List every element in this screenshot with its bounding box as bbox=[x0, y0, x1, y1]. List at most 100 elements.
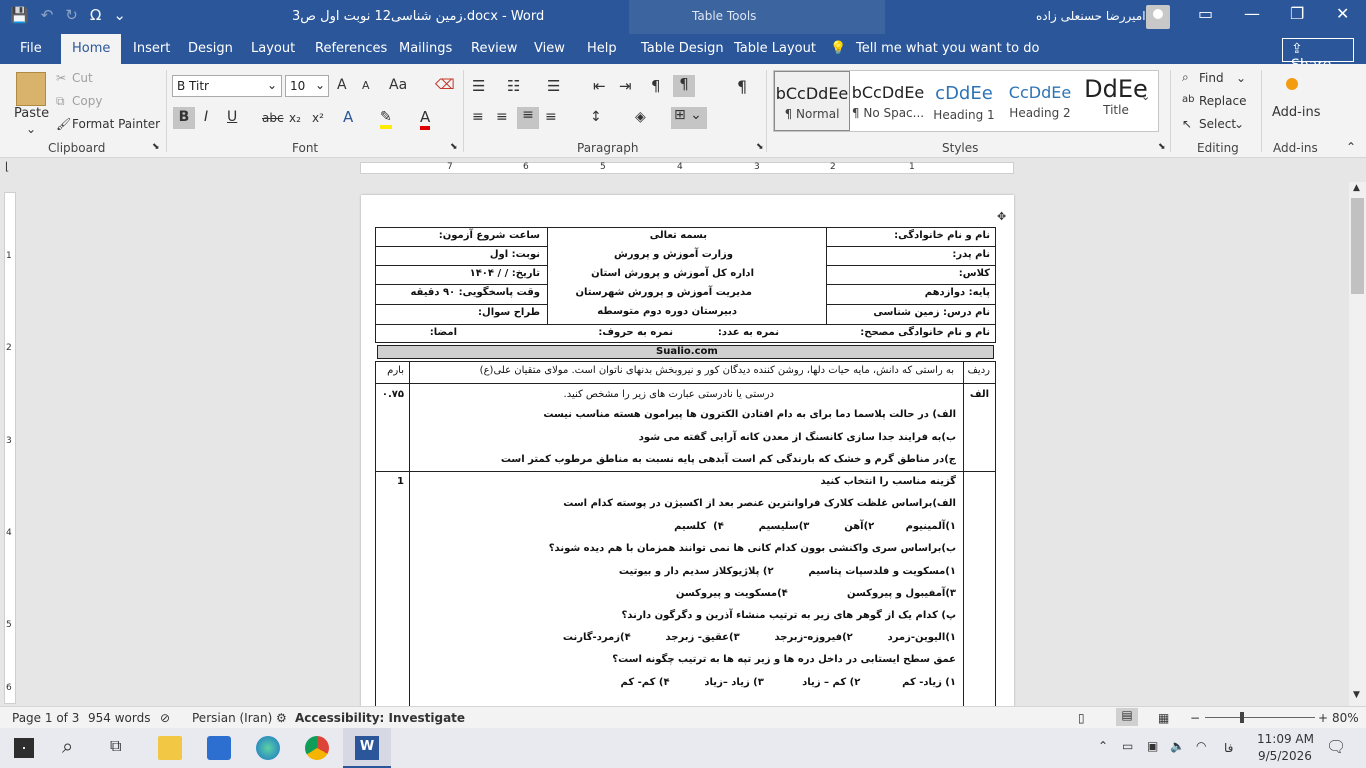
share-button[interactable]: ⇪ Share bbox=[1282, 38, 1354, 73]
numbering-icon[interactable]: ☷ bbox=[507, 77, 520, 95]
paste-icon[interactable] bbox=[16, 72, 46, 106]
save-icon[interactable]: 💾 bbox=[10, 6, 29, 24]
font-launcher-icon[interactable]: ⬊ bbox=[450, 142, 458, 152]
replace-icon[interactable]: ab bbox=[1182, 94, 1194, 105]
customize-qat-icon[interactable]: ⌄ bbox=[113, 6, 126, 24]
store-icon[interactable] bbox=[207, 736, 231, 760]
maximize-icon[interactable]: ❐ bbox=[1290, 4, 1304, 23]
highlight-button[interactable]: ✎ bbox=[380, 109, 392, 129]
chrome-icon[interactable] bbox=[305, 736, 329, 760]
scroll-down-icon[interactable]: ▼ bbox=[1353, 690, 1360, 700]
decrease-indent-icon[interactable]: ⇤ bbox=[593, 77, 606, 95]
proofing-icon[interactable]: ⊘ bbox=[160, 711, 170, 725]
print-layout-icon[interactable]: ▤ bbox=[1116, 708, 1138, 726]
shading-icon[interactable]: ◈ bbox=[635, 109, 646, 125]
tab-layout[interactable]: Layout bbox=[251, 41, 295, 56]
paste-button[interactable]: Paste bbox=[14, 106, 49, 121]
superscript-button[interactable]: x² bbox=[312, 111, 324, 125]
zoom-in-icon[interactable]: + bbox=[1318, 711, 1328, 725]
paragraph-launcher-icon[interactable]: ⬊ bbox=[756, 142, 764, 152]
tab-view[interactable]: View bbox=[534, 41, 565, 56]
tab-file[interactable]: File bbox=[20, 41, 42, 56]
select-button[interactable]: Select bbox=[1199, 117, 1236, 131]
accessibility-status[interactable]: Accessibility: Investigate bbox=[295, 711, 465, 725]
edge-icon[interactable] bbox=[256, 736, 280, 760]
table-move-handle-icon[interactable]: ✥ bbox=[997, 210, 1006, 223]
add-ins-icon[interactable] bbox=[1286, 78, 1298, 90]
styles-more-icon[interactable]: ⌄ bbox=[1141, 90, 1150, 103]
styles-launcher-icon[interactable]: ⬊ bbox=[1158, 142, 1166, 152]
paste-dropdown-icon[interactable]: ⌄ bbox=[26, 122, 36, 136]
bullets-icon[interactable]: ☰ bbox=[472, 77, 485, 95]
text-effects-button[interactable]: A bbox=[343, 108, 353, 126]
zoom-level[interactable]: 80% bbox=[1332, 711, 1359, 725]
device-icon[interactable]: ▣ bbox=[1147, 739, 1158, 753]
bold-button[interactable]: B bbox=[173, 107, 195, 129]
style-heading-2[interactable]: CcDdEe Heading 2 bbox=[1002, 71, 1078, 131]
file-explorer-icon[interactable] bbox=[158, 736, 182, 760]
scroll-thumb[interactable] bbox=[1351, 198, 1364, 294]
borders-icon[interactable]: ⊞ ⌄ bbox=[671, 107, 707, 129]
style-no-spacing[interactable]: bCcDdEe ¶ No Spac... bbox=[850, 71, 926, 131]
document-page[interactable]: ✥ نام و نام خانوادگی: نام پدر: کلاس: پای… bbox=[361, 195, 1014, 707]
format-painter-icon[interactable]: 🖌 bbox=[56, 117, 71, 131]
multilevel-list-icon[interactable]: ☰ bbox=[547, 77, 560, 95]
user-avatar[interactable] bbox=[1146, 5, 1170, 29]
volume-icon[interactable]: 🔈 bbox=[1170, 739, 1185, 753]
grow-font-button[interactable]: A bbox=[337, 77, 347, 93]
minimize-icon[interactable]: — bbox=[1244, 4, 1260, 23]
align-left-icon[interactable]: ≡ bbox=[472, 109, 484, 125]
word-count[interactable]: 954 words bbox=[88, 711, 150, 725]
tab-home[interactable]: Home bbox=[61, 34, 122, 64]
align-center-icon[interactable]: ≡ bbox=[496, 109, 508, 125]
clock-date[interactable]: 9/5/2026 bbox=[1258, 749, 1312, 763]
close-icon[interactable]: ✕ bbox=[1336, 4, 1349, 23]
cut-icon[interactable]: ✂ bbox=[56, 71, 66, 85]
clipboard-launcher-icon[interactable]: ⬊ bbox=[152, 142, 160, 152]
underline-button[interactable]: U bbox=[227, 109, 237, 125]
italic-button[interactable]: I bbox=[204, 109, 208, 125]
user-name[interactable]: امیررضا حسنعلی زاده bbox=[1036, 9, 1146, 23]
read-mode-icon[interactable]: ▯ bbox=[1078, 711, 1085, 725]
copy-button[interactable]: Copy bbox=[72, 94, 102, 108]
shrink-font-button[interactable]: A bbox=[362, 79, 370, 92]
redo-icon[interactable]: ↻ bbox=[65, 6, 78, 24]
start-icon[interactable] bbox=[14, 738, 34, 758]
font-size-combo[interactable]: 10 ⌄ bbox=[285, 75, 329, 97]
undo-icon[interactable]: ↶ bbox=[41, 6, 54, 24]
strikethrough-button[interactable]: abc bbox=[262, 111, 284, 125]
notifications-icon[interactable]: 🗨 bbox=[1326, 737, 1346, 756]
zoom-slider-thumb[interactable] bbox=[1240, 712, 1244, 723]
tab-insert[interactable]: Insert bbox=[133, 41, 170, 56]
font-name-combo[interactable]: B Titr ⌄ bbox=[172, 75, 282, 97]
subscript-button[interactable]: x₂ bbox=[289, 111, 301, 125]
symbol-icon[interactable]: Ω bbox=[90, 6, 101, 24]
style-normal[interactable]: bCcDdEe ¶ Normal bbox=[774, 71, 850, 131]
find-button[interactable]: Find bbox=[1199, 71, 1224, 85]
select-icon[interactable]: ↖ bbox=[1182, 117, 1192, 131]
tab-design[interactable]: Design bbox=[188, 41, 233, 56]
change-case-button[interactable]: Aa bbox=[389, 77, 407, 93]
ltr-direction-icon[interactable]: ¶ bbox=[651, 77, 661, 95]
scroll-up-icon[interactable]: ▲ bbox=[1353, 183, 1360, 193]
tab-table-layout[interactable]: Table Layout bbox=[734, 41, 816, 56]
find-icon[interactable]: ⌕ bbox=[1182, 70, 1189, 85]
zoom-out-icon[interactable]: − bbox=[1190, 711, 1200, 725]
network-icon[interactable]: ◠ bbox=[1196, 739, 1206, 753]
rtl-direction-icon[interactable]: ¶ bbox=[673, 75, 695, 97]
task-view-icon[interactable]: ⧉ bbox=[110, 736, 121, 756]
ribbon-display-icon[interactable]: ▭ bbox=[1198, 4, 1213, 23]
style-heading-1[interactable]: cDdEe Heading 1 bbox=[926, 71, 1002, 131]
search-icon[interactable]: ⌕ bbox=[62, 734, 73, 758]
accessibility-icon[interactable]: ⚙ bbox=[276, 711, 287, 725]
collapse-ribbon-icon[interactable]: ⌃ bbox=[1346, 140, 1356, 154]
vertical-scrollbar[interactable]: ▲ ▼ bbox=[1349, 182, 1366, 706]
format-painter-button[interactable]: Format Painter bbox=[72, 117, 160, 131]
justify-icon[interactable]: ≡ bbox=[545, 109, 557, 125]
input-language[interactable]: فا bbox=[1224, 741, 1233, 755]
tab-review[interactable]: Review bbox=[471, 41, 517, 56]
web-layout-icon[interactable]: ▦ bbox=[1158, 711, 1169, 725]
language-status[interactable]: Persian (Iran) bbox=[192, 711, 272, 725]
tab-references[interactable]: References bbox=[315, 41, 387, 56]
show-marks-button[interactable]: ¶ bbox=[737, 77, 747, 96]
